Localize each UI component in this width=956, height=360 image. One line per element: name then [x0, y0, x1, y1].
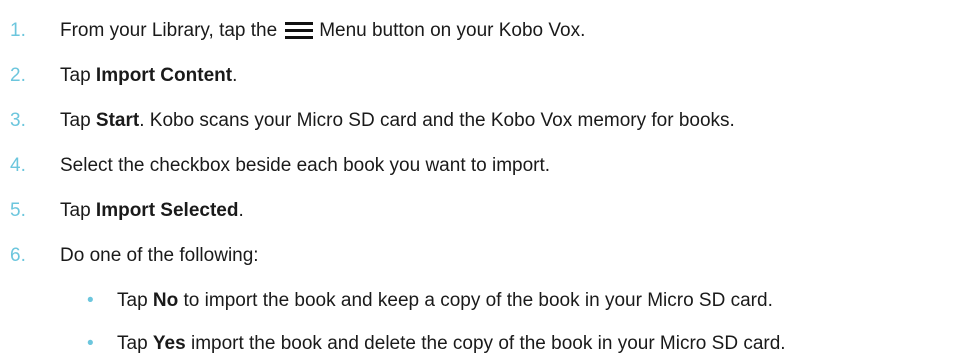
step-number: 5.: [10, 200, 26, 221]
step-number: 3.: [10, 110, 26, 131]
substep-text-after: to import the book and keep a copy of th…: [178, 290, 773, 311]
substep-text: Tap Yes import the book and delete the c…: [117, 329, 786, 359]
bullet: •: [87, 333, 94, 354]
step-number: 6.: [10, 245, 26, 266]
step-text-after: . Kobo scans your Micro SD card and the …: [139, 110, 735, 131]
step-text-bold: Import Selected: [95, 200, 239, 221]
step-text-after: .: [232, 65, 238, 86]
step-text: Select the checkbox beside each book you…: [60, 155, 551, 176]
step-text: Tap Start. Kobo scans your Micro SD card…: [60, 106, 735, 136]
step-text-before: Tap: [60, 110, 96, 131]
step-text: Do one of the following:: [60, 245, 259, 266]
step-text-before: From your Library, tap the: [60, 20, 278, 41]
step-number: 2.: [10, 65, 26, 86]
step-number: 4.: [10, 155, 26, 176]
substep-text: Tap No to import the book and keep a cop…: [117, 286, 773, 316]
substep-text-bold: No: [152, 290, 179, 311]
step-text-before: Tap: [60, 200, 96, 221]
substep-text-bold: Yes: [152, 333, 186, 354]
step-text: Tap Import Content.: [60, 61, 237, 91]
bullet: •: [87, 290, 94, 311]
substep-text-before: Tap: [117, 290, 153, 311]
step-text: Tap Import Selected.: [60, 196, 244, 226]
step-text-after: .: [238, 200, 244, 221]
step-number: 1.: [10, 20, 26, 41]
step-text-bold: Import Content: [95, 65, 233, 86]
substep-text-after: import the book and delete the copy of t…: [185, 333, 786, 354]
step-text-before: Tap: [60, 65, 96, 86]
substep-text-before: Tap: [117, 333, 153, 354]
step-text-bold: Start: [95, 110, 140, 131]
menu-icon: [285, 16, 314, 46]
step-text: From your Library, tap the Menu button on…: [60, 16, 585, 46]
step-text-after: Menu button on your Kobo Vox.: [319, 20, 586, 41]
